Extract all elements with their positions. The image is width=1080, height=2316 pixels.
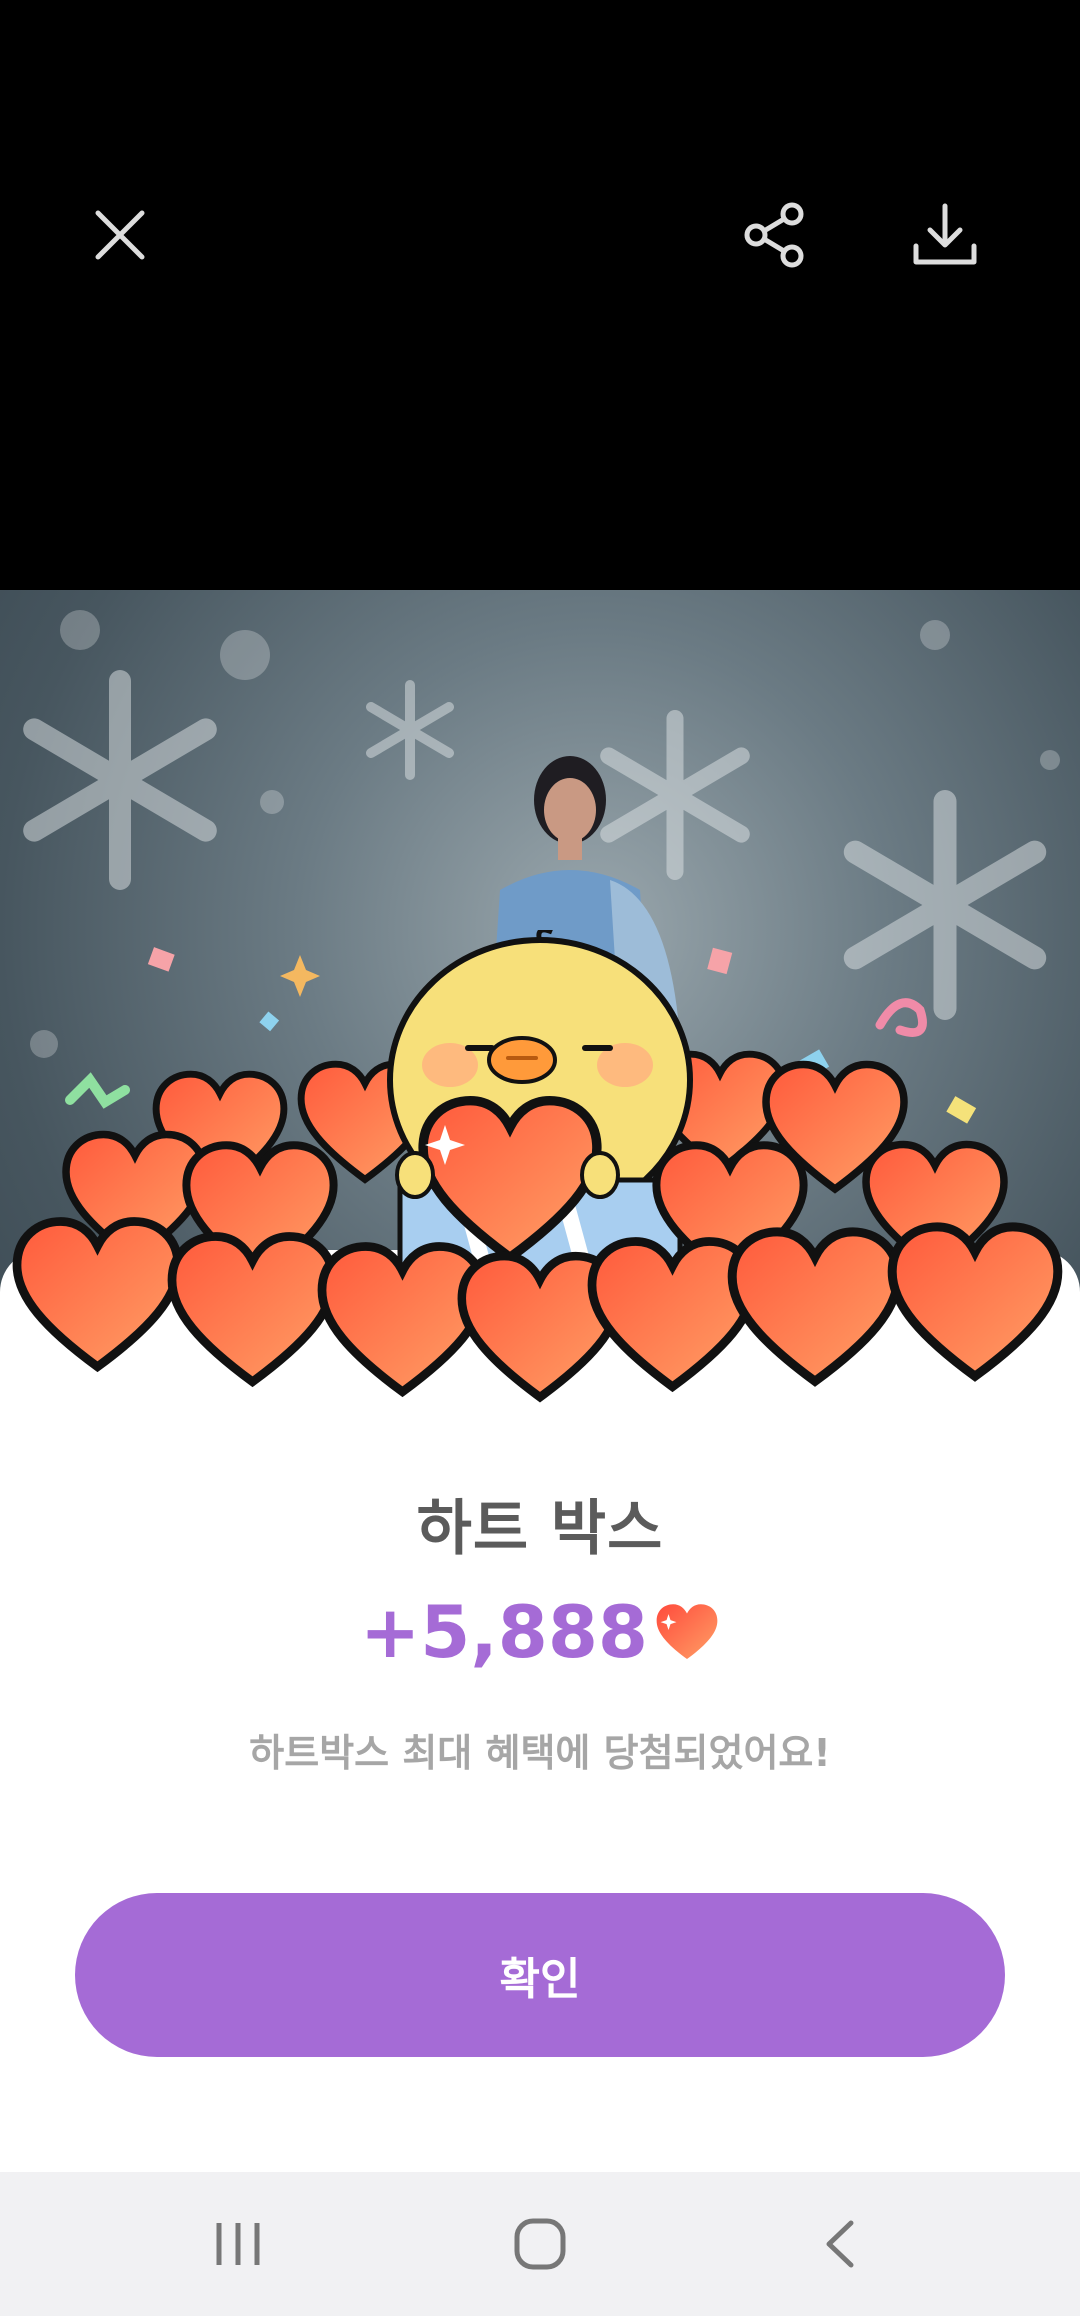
download-icon[interactable] <box>905 195 985 275</box>
navigation-bar <box>0 2172 1080 2316</box>
back-icon[interactable] <box>762 2172 922 2316</box>
share-icon[interactable] <box>735 195 815 275</box>
home-icon[interactable] <box>460 2172 620 2316</box>
snowflake-icon <box>23 670 217 890</box>
dialog-title: 하트 박스 <box>416 1494 664 1564</box>
recent-apps-icon[interactable] <box>158 2172 318 2316</box>
heart-icon <box>654 1602 720 1662</box>
reward-message: 하트박스 최대 혜택에 당첨되었어요! <box>249 1731 831 1775</box>
confirm-button[interactable]: 확인 <box>75 1893 1005 2057</box>
close-icon[interactable] <box>80 195 160 275</box>
amount-text: +5,888 <box>359 1590 649 1674</box>
top-bar <box>0 0 1080 590</box>
heart-box-illustration <box>0 930 1080 1430</box>
snowflake-icon <box>366 680 454 780</box>
reward-amount: +5,888 <box>0 1590 1080 1674</box>
